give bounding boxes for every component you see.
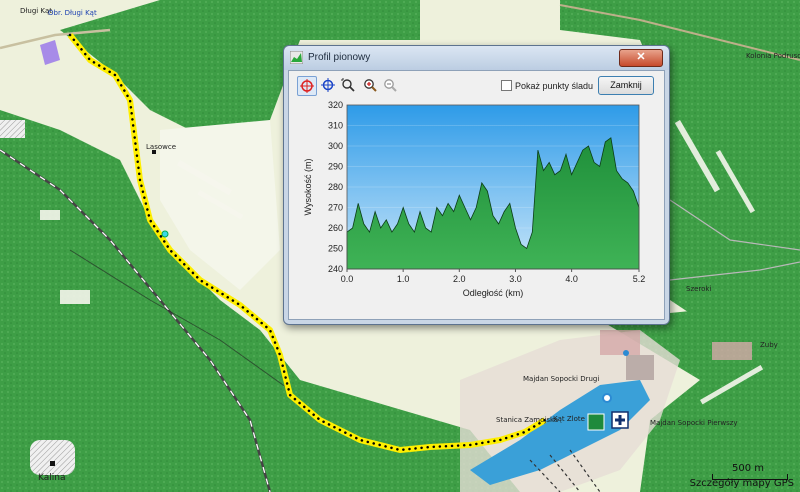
place-label: Zuby bbox=[760, 341, 778, 349]
y-tick-label: 250 bbox=[328, 244, 343, 254]
x-tick-label: 5.2 bbox=[633, 274, 646, 284]
place-label: Majdan Sopocki Pierwszy bbox=[650, 419, 738, 427]
x-tick-label: 4.0 bbox=[565, 274, 578, 284]
y-tick-label: 320 bbox=[328, 101, 343, 110]
place-label: Obr. Długi Kąt bbox=[48, 9, 97, 17]
dialog-titlebar[interactable]: Profil pionowy ✕ bbox=[284, 46, 669, 70]
x-tick-label: 3.0 bbox=[509, 274, 522, 284]
place-label: Kąt Zlote bbox=[553, 415, 585, 423]
pan-tool-button[interactable] bbox=[319, 76, 337, 94]
y-tick-label: 310 bbox=[328, 121, 343, 131]
place-label: Szeroki bbox=[686, 285, 712, 293]
place-label: Lasowce bbox=[146, 143, 176, 151]
select-tool-button[interactable] bbox=[297, 76, 317, 96]
place-label: Kolonia Podrusow bbox=[746, 52, 800, 60]
window-close-button[interactable]: ✕ bbox=[619, 49, 663, 67]
y-axis-label: Wysokość (m) bbox=[303, 159, 313, 216]
zoom-out-button[interactable] bbox=[381, 76, 399, 94]
select-tool-icon bbox=[300, 79, 314, 93]
map-detail-status: Szczegóły mapy GPS bbox=[689, 478, 794, 489]
place-label: Stanica Zamojska bbox=[496, 416, 559, 424]
zoom-out-icon bbox=[384, 79, 397, 92]
zoom-box-icon bbox=[341, 78, 355, 92]
profile-app-icon bbox=[290, 51, 303, 64]
show-points-label: Pokaż punkty śladu bbox=[515, 80, 594, 91]
place-label: Kalina bbox=[38, 473, 66, 483]
dialog-title: Profil pionowy bbox=[308, 52, 371, 63]
y-tick-label: 300 bbox=[328, 141, 343, 151]
zoom-in-button[interactable] bbox=[361, 76, 379, 94]
y-tick-label: 260 bbox=[328, 223, 343, 233]
dialog-content: Pokaż punkty śladu Zamknij 240 250 260 270 2… bbox=[288, 70, 665, 320]
elevation-profile-dialog[interactable]: Profil pionowy ✕ Pokaż punkty śladu Zamk… bbox=[283, 45, 670, 325]
y-tick-label: 270 bbox=[328, 203, 343, 213]
y-tick-label: 290 bbox=[328, 162, 343, 172]
show-points-toggle[interactable]: Pokaż punkty śladu bbox=[501, 80, 593, 91]
scale-label: 500 m bbox=[732, 463, 765, 474]
x-tick-label: 2.0 bbox=[453, 274, 466, 284]
zoom-box-button[interactable] bbox=[339, 76, 357, 94]
y-tick-label: 240 bbox=[328, 264, 343, 274]
place-label: Majdan Sopocki Drugi bbox=[523, 375, 600, 383]
x-tick-label: 0.0 bbox=[341, 274, 354, 284]
pan-tool-icon bbox=[321, 78, 335, 92]
x-axis-label: Odległość (km) bbox=[463, 288, 524, 298]
y-tick-label: 280 bbox=[328, 182, 343, 192]
zoom-in-icon bbox=[364, 79, 377, 92]
elevation-chart[interactable]: 240 250 260 270 280 290 300 310 320 0.0 1.0 2.0 3.0… bbox=[289, 101, 664, 319]
x-tick-label: 1.0 bbox=[397, 274, 410, 284]
close-button[interactable]: Zamknij bbox=[598, 76, 654, 95]
show-points-checkbox[interactable] bbox=[501, 80, 512, 91]
